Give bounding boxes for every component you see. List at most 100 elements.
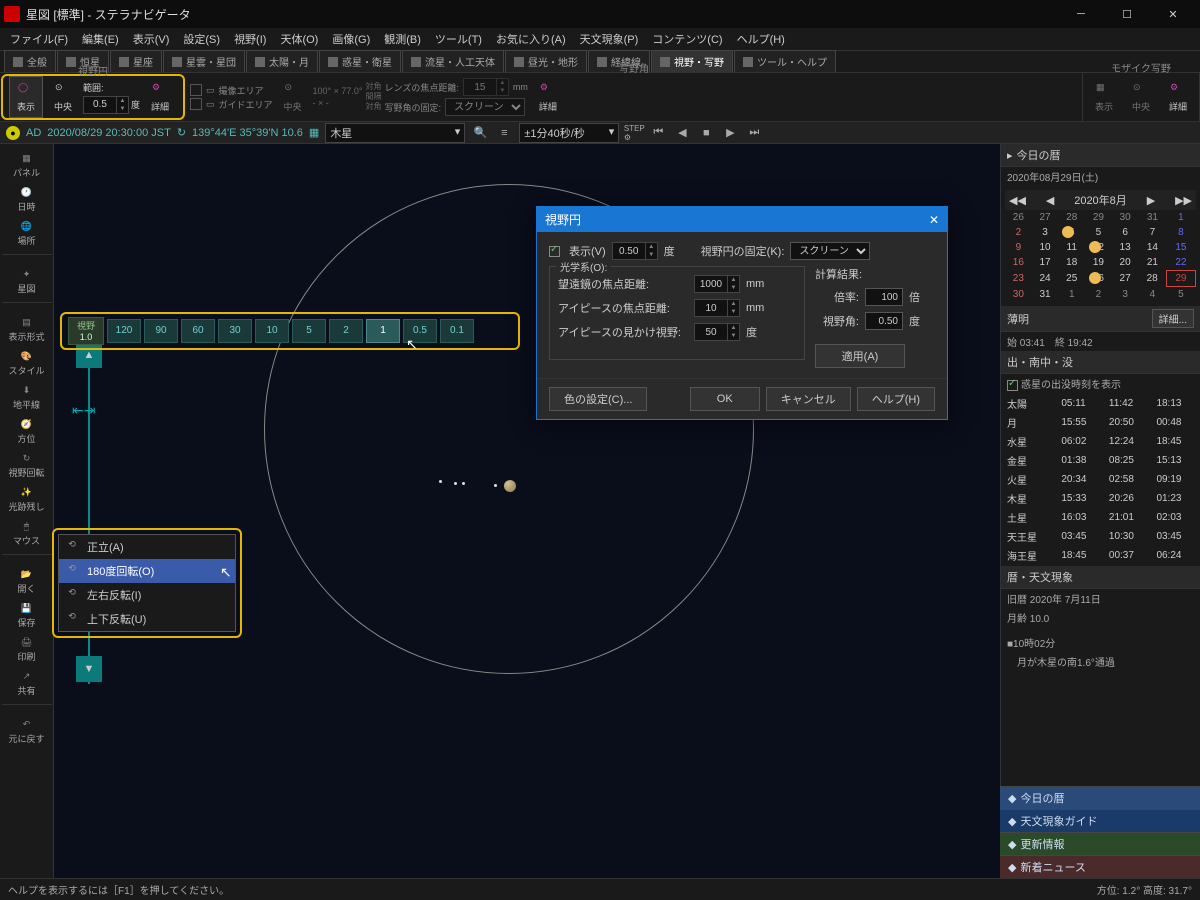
play-fwd-icon[interactable]: ▶ — [721, 125, 739, 141]
left-tool[interactable] — [2, 254, 52, 264]
cal-next-month[interactable]: ▶ — [1147, 194, 1155, 207]
menu-item[interactable]: 画像(G) — [326, 29, 376, 49]
menu-item[interactable]: 設定(S) — [177, 29, 226, 49]
almanac-tab[interactable]: ◆天文現象ガイド — [1000, 809, 1200, 832]
ribbon-tab[interactable]: 視野・写野 — [651, 50, 733, 72]
cal-next-year[interactable]: ▶▶ — [1175, 194, 1192, 207]
menu-item[interactable]: 天文現象(P) — [574, 29, 645, 49]
guide-area-toggle[interactable]: ▭ ガイドエリア — [190, 98, 273, 111]
stop-icon[interactable]: ■ — [697, 125, 715, 141]
dlg-fov-input[interactable]: ▲▼ — [612, 242, 658, 260]
left-tool[interactable]: ↗共有 — [2, 666, 52, 700]
eyepiece-fov-input[interactable]: ▲▼ — [694, 323, 740, 341]
fov-preset-button[interactable]: 0.1 — [440, 319, 474, 343]
fov-preset-button[interactable]: 10 — [255, 319, 289, 343]
almanac-tab[interactable]: ◆更新情報 — [1000, 832, 1200, 855]
skip-fwd-icon[interactable]: ⏭ — [745, 125, 763, 141]
almanac-tab[interactable]: ◆今日の暦 — [1000, 786, 1200, 809]
ribbon-tab[interactable]: ツール・ヘルプ — [734, 50, 836, 72]
fov-preset-button[interactable]: 30 — [218, 319, 252, 343]
telescope-fl-input[interactable]: ▲▼ — [694, 275, 740, 293]
menu-item[interactable]: 編集(E) — [76, 29, 125, 49]
left-tool[interactable] — [2, 302, 52, 312]
menu-item[interactable]: 観測(B) — [378, 29, 427, 49]
minimize-button[interactable]: ─ — [1058, 0, 1104, 28]
now-icon[interactable]: ↻ — [177, 126, 186, 139]
jovian-moon[interactable] — [462, 482, 465, 485]
ribbon-tab[interactable]: 太陽・月 — [246, 50, 318, 72]
left-tool[interactable]: ▤表示形式 — [2, 312, 52, 346]
maximize-button[interactable]: ☐ — [1104, 0, 1150, 28]
left-tool[interactable]: 🕐日時 — [2, 182, 52, 216]
left-tool[interactable]: ↶元に戻す — [2, 714, 52, 748]
imaging-area-toggle[interactable]: ▭ 撮像エリア — [190, 84, 273, 97]
left-tool[interactable]: 🎨スタイル — [2, 346, 52, 380]
menu-item[interactable]: お気に入り(A) — [490, 29, 572, 49]
left-tool[interactable]: 💾保存 — [2, 598, 52, 632]
fov-preset-button[interactable]: 60 — [181, 319, 215, 343]
fov-preset-button[interactable]: 1 — [366, 319, 400, 343]
location-text[interactable]: 139°44'E 35°39'N 10.6 — [192, 127, 303, 139]
dlg-fix-select[interactable]: スクリーン — [790, 242, 870, 260]
skip-back-icon[interactable]: ⏮ — [649, 125, 667, 141]
jovian-moon[interactable] — [454, 482, 457, 485]
left-tool[interactable]: 🧭方位 — [2, 414, 52, 448]
step-config-icon[interactable]: STEP⚙ — [625, 125, 643, 141]
cal-prev-year[interactable]: ◀◀ — [1009, 194, 1026, 207]
menu-item[interactable]: 表示(V) — [127, 29, 176, 49]
jovian-moon[interactable] — [494, 484, 497, 487]
fov-preset-button[interactable]: 120 — [107, 319, 141, 343]
left-tool[interactable]: ↻視野回転 — [2, 448, 52, 482]
fix-select[interactable]: スクリーン — [445, 98, 525, 116]
almanac-tab[interactable]: ◆新着ニュース — [1000, 855, 1200, 878]
realtime-icon[interactable]: ● — [6, 126, 20, 140]
menu-item[interactable]: コンテンツ(C) — [646, 29, 728, 49]
left-tool[interactable]: 🖱マウス — [2, 516, 52, 550]
mosaic-center-button[interactable]: ⊙中央 — [1124, 76, 1158, 118]
center-fov-button[interactable]: ⊙中央 — [46, 76, 80, 118]
datetime-text[interactable]: 2020/08/29 20:30:00 JST — [47, 127, 171, 139]
left-tool[interactable]: ⬇地平線 — [2, 380, 52, 414]
color-settings-button[interactable]: 色の設定(C)... — [549, 387, 647, 411]
eyepiece-fl-input[interactable]: ▲▼ — [694, 299, 740, 317]
left-tool[interactable] — [2, 704, 52, 714]
left-tool[interactable]: ▦パネル — [2, 148, 52, 182]
jupiter[interactable] — [504, 480, 516, 492]
rotation-menu-item[interactable]: ⟲左右反転(I) — [59, 583, 235, 607]
menu-item[interactable]: 天体(O) — [274, 29, 324, 49]
step-select[interactable]: ±1分40秒/秒▾ — [519, 123, 619, 143]
dialog-titlebar[interactable]: 視野円 ✕ — [537, 207, 947, 232]
list-icon[interactable]: ≡ — [495, 125, 513, 141]
play-back-icon[interactable]: ◀ — [673, 125, 691, 141]
mosaic-detail-button[interactable]: ⚙詳細 — [1161, 76, 1195, 118]
zoom-out-button[interactable]: ▼ — [76, 656, 102, 682]
range-input[interactable]: ▲▼ — [83, 96, 129, 114]
ok-button[interactable]: OK — [690, 387, 760, 411]
drag-handle-icon[interactable]: ⇤⇥ — [72, 402, 95, 419]
imaging-detail-button[interactable]: ⚙詳細 — [531, 76, 565, 118]
target-select[interactable]: 木星▾ — [325, 123, 465, 143]
cancel-button[interactable]: キャンセル — [766, 387, 851, 411]
help-button[interactable]: ヘルプ(H) — [857, 387, 935, 411]
cal-prev-month[interactable]: ◀ — [1046, 194, 1054, 207]
jovian-moon[interactable] — [439, 480, 442, 483]
menu-item[interactable]: ヘルプ(H) — [731, 29, 791, 49]
fov-detail-button[interactable]: ⚙詳細 — [143, 76, 177, 118]
menu-item[interactable]: 視野(I) — [228, 29, 272, 49]
rotation-menu-item[interactable]: ⟲正立(A) — [59, 535, 235, 559]
mosaic-show-button[interactable]: ▦表示 — [1087, 76, 1121, 118]
ribbon-tab[interactable]: 全般 — [4, 50, 56, 72]
close-button[interactable]: ✕ — [1150, 0, 1196, 28]
left-tool[interactable] — [2, 554, 52, 564]
left-tool[interactable]: 🖨印刷 — [2, 632, 52, 666]
left-tool[interactable]: 📂開く — [2, 564, 52, 598]
ribbon-tab[interactable]: 星雲・星団 — [163, 50, 245, 72]
ribbon-tab[interactable]: 惑星・衛星 — [319, 50, 401, 72]
show-planet-times-check[interactable] — [1007, 380, 1018, 391]
rotation-menu-item[interactable]: ⟲180度回転(O) — [59, 559, 235, 583]
dlg-show-check[interactable] — [549, 246, 560, 257]
twilight-detail-button[interactable]: 詳細... — [1152, 309, 1194, 328]
ribbon-tab[interactable]: 星座 — [110, 50, 162, 72]
rotation-menu-item[interactable]: ⟲上下反転(U) — [59, 607, 235, 631]
show-fov-button[interactable]: ◯表示 — [9, 76, 43, 118]
